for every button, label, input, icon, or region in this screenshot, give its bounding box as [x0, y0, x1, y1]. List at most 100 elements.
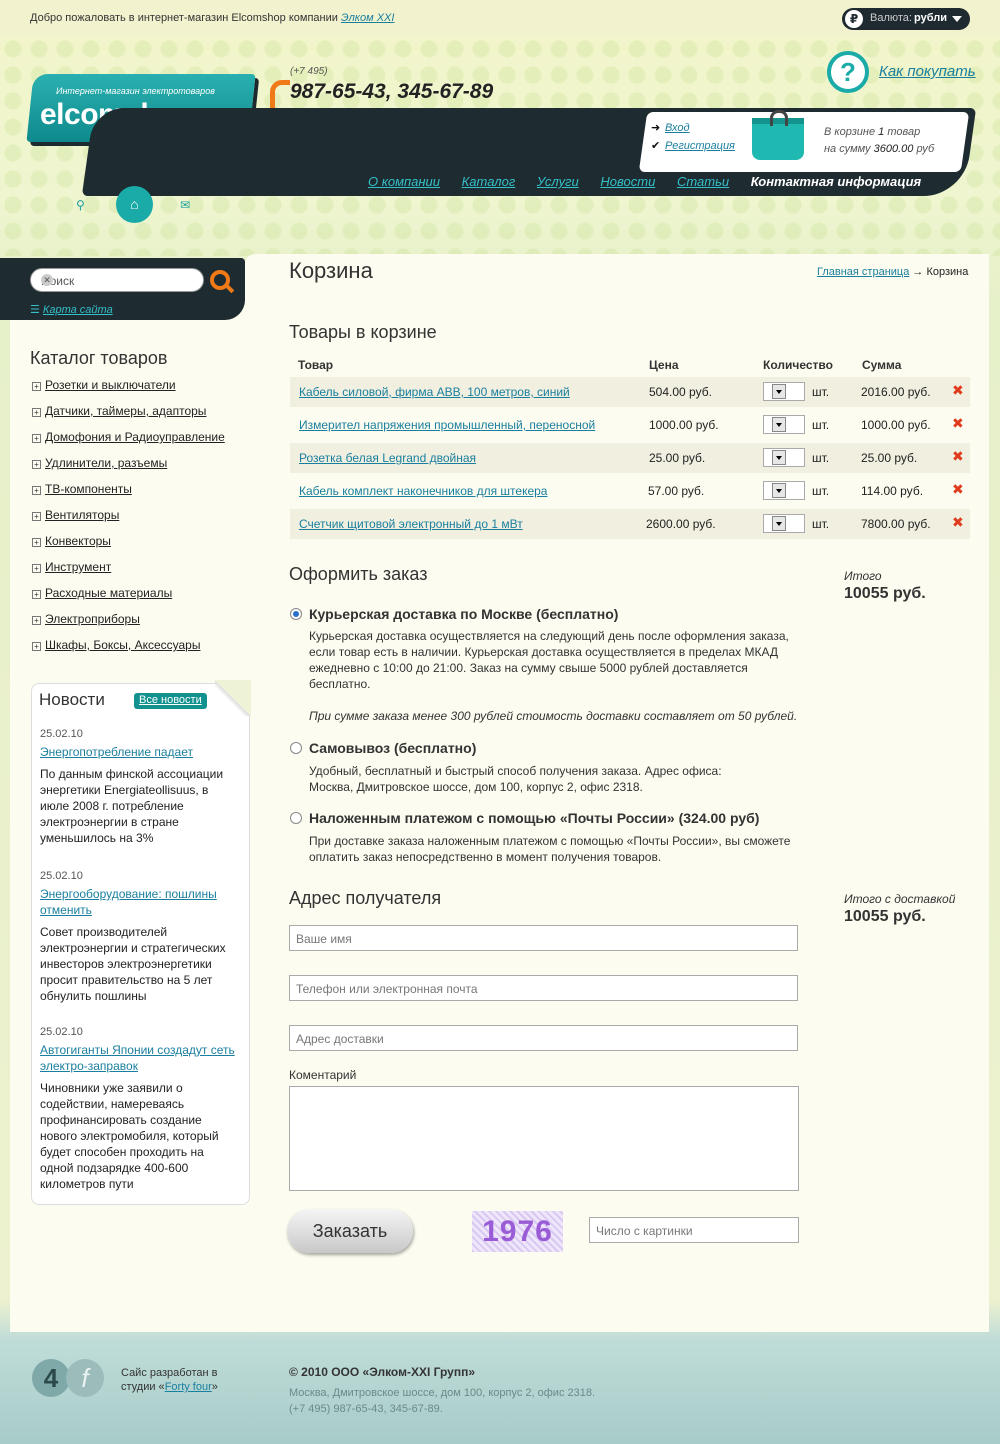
- catalog-item[interactable]: + Датчики, таймеры, адапторы: [32, 404, 225, 430]
- delivery-option-title: Самовывоз (бесплатно): [309, 740, 477, 756]
- chevron-down-icon[interactable]: [772, 483, 786, 498]
- product-price: 25.00 руб.: [649, 451, 706, 465]
- delivery-option-note: При сумме заказа менее 300 рублей стоимо…: [309, 709, 798, 723]
- catalog-item[interactable]: + Расходные материалы: [32, 586, 225, 612]
- catalog-item[interactable]: + ТВ-компоненты: [32, 482, 225, 508]
- register-link[interactable]: Регистрация: [665, 140, 735, 152]
- news-link[interactable]: Энергооборудование: пошлины отменить: [40, 886, 240, 918]
- delivery-radio-courier[interactable]: [290, 608, 302, 620]
- product-link[interactable]: Кабель силовой, фирма ABB, 100 метров, с…: [299, 385, 570, 399]
- plus-icon[interactable]: +: [32, 486, 41, 495]
- order-button[interactable]: Заказать: [287, 1209, 413, 1253]
- welcome-label: Добро пожаловать в интернет-магазин Elco…: [30, 12, 338, 24]
- sitemap-link[interactable]: Карта сайта: [43, 304, 113, 316]
- chevron-down-icon[interactable]: [772, 516, 786, 531]
- catalog-item-label[interactable]: ТВ-компоненты: [45, 482, 132, 496]
- chevron-down-icon[interactable]: [772, 417, 786, 432]
- product-link[interactable]: Счетчик щитовой электронный до 1 мВт: [299, 517, 523, 531]
- catalog-item-label[interactable]: Электроприборы: [45, 612, 140, 626]
- comment-textarea[interactable]: [289, 1086, 799, 1191]
- total-label: Итого: [844, 569, 882, 583]
- catalog-item-label[interactable]: Розетки и выключатели: [45, 378, 176, 392]
- name-field[interactable]: Ваше имя: [289, 925, 798, 951]
- clear-icon[interactable]: ✕: [41, 274, 53, 286]
- search-button-icon[interactable]: [210, 270, 230, 290]
- catalog-item-label[interactable]: Вентиляторы: [45, 508, 119, 522]
- studio-logo-f[interactable]: f: [66, 1359, 104, 1397]
- plus-icon[interactable]: +: [32, 538, 41, 547]
- contact-field[interactable]: Телефон или электронная почта: [289, 975, 798, 1001]
- ruble-icon: ₽: [845, 10, 863, 28]
- studio-link[interactable]: Forty four: [165, 1381, 212, 1393]
- plus-icon[interactable]: +: [32, 434, 41, 443]
- news-link[interactable]: Автогиганты Японии создадут сеть электро…: [40, 1042, 240, 1074]
- catalog-item[interactable]: + Вентиляторы: [32, 508, 225, 534]
- delivery-option-text: При доставке заказа наложенным платежом …: [309, 834, 791, 864]
- menu-item-catalog[interactable]: Каталог: [462, 174, 516, 189]
- studio-logo-four[interactable]: 4: [32, 1359, 70, 1397]
- product-link[interactable]: Кабель комплект наконечников для штекера: [299, 484, 547, 498]
- catalog-item-label[interactable]: Домофония и Радиоуправление: [45, 430, 225, 444]
- menu-item-company[interactable]: О компании: [368, 174, 440, 189]
- search-icon[interactable]: ⚲: [76, 198, 85, 212]
- search-input[interactable]: Поиск ✕: [30, 268, 204, 292]
- catalog-item-label[interactable]: Удлинители, разъемы: [45, 456, 167, 470]
- order-title: Оформить заказ: [289, 564, 428, 584]
- row-sum: 25.00 руб.: [861, 451, 918, 465]
- delete-icon[interactable]: ✖: [952, 514, 964, 531]
- plus-icon[interactable]: +: [32, 382, 41, 391]
- all-news-button[interactable]: Все новости: [134, 693, 207, 709]
- menu-item-services[interactable]: Услуги: [537, 174, 579, 189]
- menu-item-articles[interactable]: Статьи: [677, 174, 729, 189]
- company-link[interactable]: Элком XXI: [341, 12, 394, 24]
- delete-icon[interactable]: ✖: [952, 481, 964, 498]
- quantity-select[interactable]: 2: [763, 481, 805, 500]
- welcome-text: Добро пожаловать в интернет-магазин Elco…: [30, 12, 394, 24]
- login-link[interactable]: Вход: [665, 122, 690, 134]
- menu-item-news[interactable]: Новости: [600, 174, 655, 189]
- delivery-radio-pickup[interactable]: [290, 742, 302, 754]
- quantity-select[interactable]: 1: [763, 415, 805, 434]
- mail-icon[interactable]: ✉: [180, 198, 190, 212]
- delete-icon[interactable]: ✖: [952, 382, 964, 399]
- catalog-item[interactable]: + Шкафы, Боксы, Аксессуары: [32, 638, 225, 664]
- catalog-item-label[interactable]: Инструмент: [45, 560, 111, 574]
- question-icon[interactable]: ?: [827, 51, 869, 93]
- breadcrumb-home[interactable]: Главная страница: [817, 266, 909, 278]
- catalog-item[interactable]: + Инструмент: [32, 560, 225, 586]
- catalog-item[interactable]: + Домофония и Радиоуправление: [32, 430, 225, 456]
- quantity-select[interactable]: 4: [763, 382, 805, 401]
- menu-item-contacts[interactable]: Контактная информация: [751, 174, 921, 189]
- plus-icon[interactable]: +: [32, 642, 41, 651]
- catalog-item-label[interactable]: Расходные материалы: [45, 586, 172, 600]
- how-to-buy-link[interactable]: Как покупать: [879, 63, 976, 80]
- chevron-down-icon[interactable]: [772, 384, 786, 399]
- catalog-item-label[interactable]: Шкафы, Боксы, Аксессуары: [45, 638, 200, 652]
- product-price: 504.00 руб.: [649, 385, 712, 399]
- catalog-item-label[interactable]: Конвекторы: [45, 534, 111, 548]
- plus-icon[interactable]: +: [32, 460, 41, 469]
- catalog-item[interactable]: + Конвекторы: [32, 534, 225, 560]
- quantity-select[interactable]: 1: [763, 448, 805, 467]
- captcha-input[interactable]: Число с картинки: [589, 1217, 799, 1243]
- home-icon[interactable]: ⌂: [116, 186, 153, 223]
- catalog-item[interactable]: + Удлинители, разъемы: [32, 456, 225, 482]
- product-link[interactable]: Измерител напряжения промышленный, перен…: [299, 418, 595, 432]
- delete-icon[interactable]: ✖: [952, 448, 964, 465]
- news-link[interactable]: Энергопотребление падает: [40, 744, 240, 760]
- currency-selector[interactable]: ₽ Валюта: рубли: [842, 8, 970, 30]
- quantity-select[interactable]: 3: [763, 514, 805, 533]
- plus-icon[interactable]: +: [32, 564, 41, 573]
- plus-icon[interactable]: +: [32, 590, 41, 599]
- delete-icon[interactable]: ✖: [952, 415, 964, 432]
- catalog-item[interactable]: + Розетки и выключатели: [32, 378, 225, 404]
- plus-icon[interactable]: +: [32, 408, 41, 417]
- product-link[interactable]: Розетка белая Legrand двойная: [299, 451, 476, 465]
- plus-icon[interactable]: +: [32, 616, 41, 625]
- address-field[interactable]: Адрес доставки: [289, 1025, 798, 1051]
- catalog-item-label[interactable]: Датчики, таймеры, адапторы: [45, 404, 206, 418]
- plus-icon[interactable]: +: [32, 512, 41, 521]
- chevron-down-icon[interactable]: [772, 450, 786, 465]
- catalog-item[interactable]: + Электроприборы: [32, 612, 225, 638]
- delivery-radio-post[interactable]: [290, 812, 302, 824]
